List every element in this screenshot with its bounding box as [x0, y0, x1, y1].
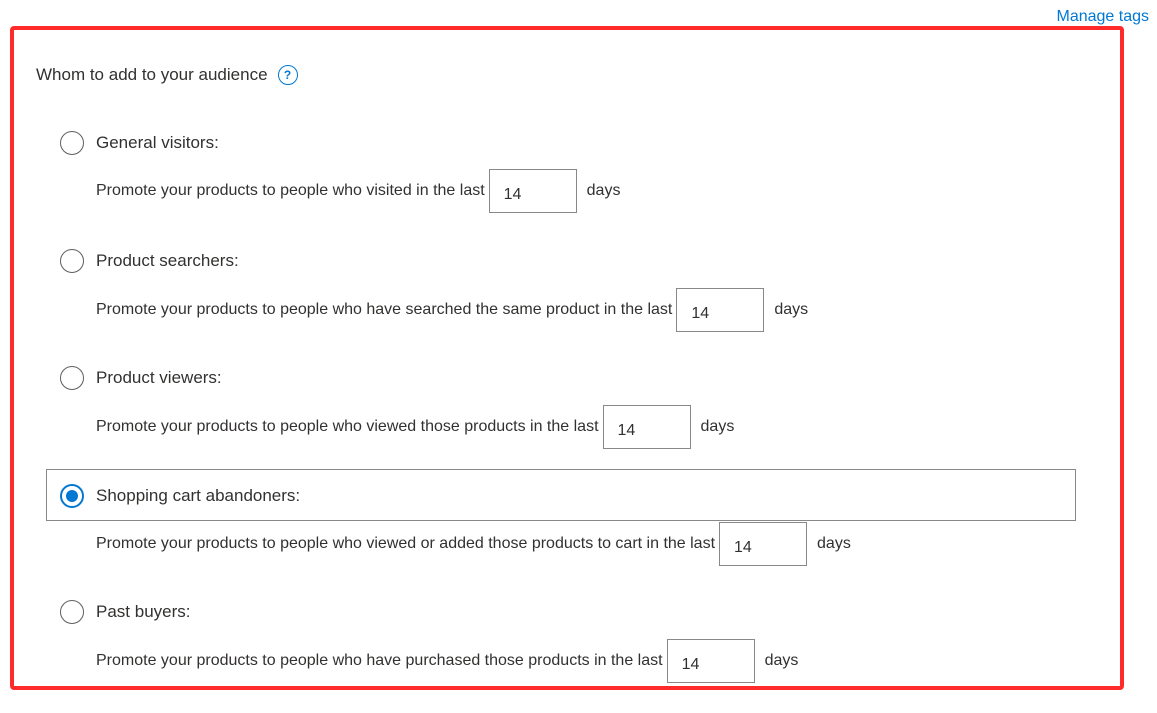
option-product-viewers[interactable]: Product viewers:: [60, 364, 222, 392]
highlight-frame: [10, 26, 1124, 690]
section-title: Whom to add to your audience ?: [36, 62, 298, 88]
days-input-product-searchers[interactable]: [676, 288, 765, 332]
option-general-visitors[interactable]: General visitors:: [60, 129, 219, 157]
option-label: General visitors:: [96, 133, 219, 152]
audience-page: Manage tags Whom to add to your audience…: [0, 0, 1157, 713]
radio-product-searchers[interactable]: [60, 249, 84, 273]
option-description: Promote your products to people who have…: [96, 652, 663, 669]
days-label: days: [700, 418, 735, 435]
days-input-general-visitors[interactable]: [488, 169, 577, 213]
days-label: days: [774, 301, 809, 318]
option-shopping-cart-abandoners[interactable]: Shopping cart abandoners:: [60, 482, 300, 510]
option-description: Promote your products to people who view…: [96, 535, 716, 552]
radio-general-visitors[interactable]: [60, 131, 84, 155]
option-detail-product-viewers: Promote your products to people who view…: [96, 405, 734, 449]
manage-tags-link[interactable]: Manage tags: [1056, 8, 1149, 26]
option-detail-past-buyers: Promote your products to people who have…: [96, 639, 798, 683]
radio-shopping-cart-abandoners[interactable]: [60, 484, 84, 508]
option-detail-product-searchers: Promote your products to people who have…: [96, 288, 808, 332]
days-input-past-buyers[interactable]: [666, 639, 755, 683]
option-description: Promote your products to people who view…: [96, 418, 599, 435]
option-product-searchers[interactable]: Product searchers:: [60, 247, 239, 275]
option-label: Product searchers:: [96, 251, 239, 270]
days-label: days: [586, 182, 621, 199]
option-past-buyers[interactable]: Past buyers:: [60, 598, 191, 626]
days-label: days: [817, 535, 851, 552]
radio-past-buyers[interactable]: [60, 600, 84, 624]
option-label: Shopping cart abandoners:: [96, 486, 301, 505]
days-input-shopping-cart-abandoners[interactable]: [719, 522, 808, 566]
radio-product-viewers[interactable]: [60, 366, 84, 390]
option-label: Past buyers:: [96, 602, 191, 621]
option-detail-general-visitors: Promote your products to people who visi…: [96, 169, 620, 213]
option-detail-shopping-cart-abandoners: Promote your products to people who view…: [96, 522, 851, 566]
option-label: Product viewers:: [96, 368, 222, 387]
option-description: Promote your products to people who visi…: [96, 182, 485, 199]
days-label: days: [764, 652, 799, 669]
help-icon[interactable]: ?: [277, 65, 298, 85]
section-title-label: Whom to add to your audience: [36, 65, 268, 84]
days-input-product-viewers[interactable]: [602, 405, 691, 449]
option-description: Promote your products to people who have…: [96, 301, 673, 318]
